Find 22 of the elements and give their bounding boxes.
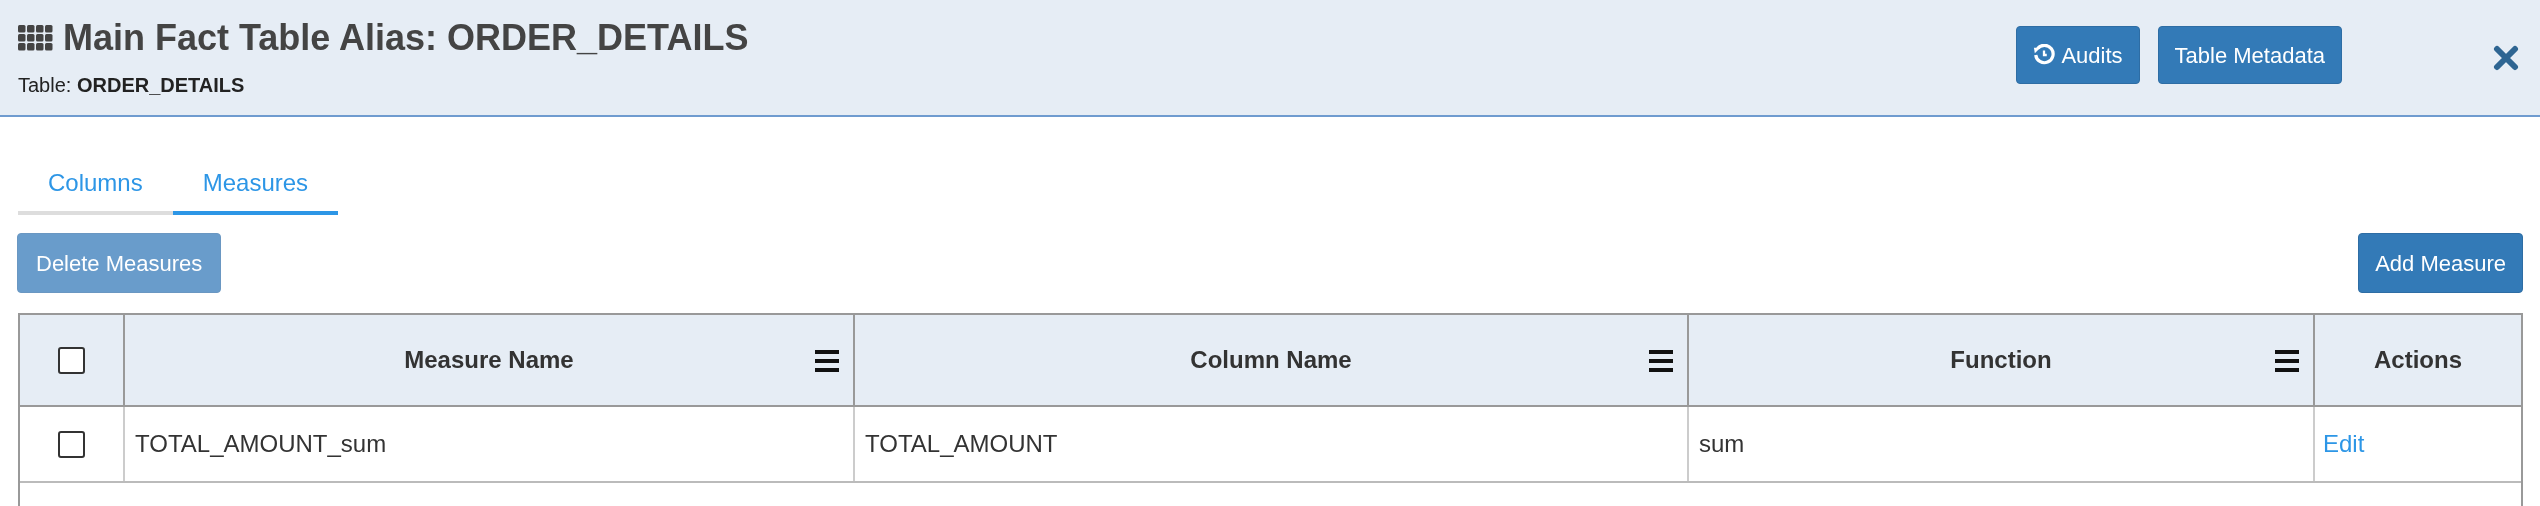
column-header: Column Name	[1190, 345, 1352, 375]
table-name-text: Table: ORDER_DETAILS	[18, 73, 246, 98]
table-cell-text: sum	[1699, 429, 1745, 459]
tab[interactable]: Measures	[172, 153, 339, 215]
row-checkbox[interactable]	[58, 430, 85, 458]
add-button[interactable]: Add Measure	[2358, 233, 2523, 293]
edit-link[interactable]: Edit	[2323, 426, 2365, 462]
window-title: Main Fact Table Alias: ORDER_DETAILS	[63, 16, 749, 60]
grid-icon	[18, 25, 53, 51]
tab[interactable]: Columns	[18, 153, 173, 215]
table-cell-text: TOTAL_AMOUNT	[865, 429, 1058, 459]
menu-icon	[2275, 350, 2299, 372]
select-all-checkbox[interactable]	[58, 346, 85, 374]
table-cell-text: TOTAL_AMOUNT_sum	[135, 429, 387, 459]
column-header: Function	[1950, 345, 2052, 375]
history-icon	[2033, 44, 2056, 66]
column-header: Actions	[2374, 345, 2462, 375]
column-header: Measure Name	[404, 345, 574, 375]
menu-icon	[815, 350, 839, 372]
metadata-button[interactable]: Table Metadata	[2157, 26, 2342, 84]
menu-icon	[1649, 350, 1673, 372]
audits-button[interactable]: Audits	[2016, 26, 2140, 84]
